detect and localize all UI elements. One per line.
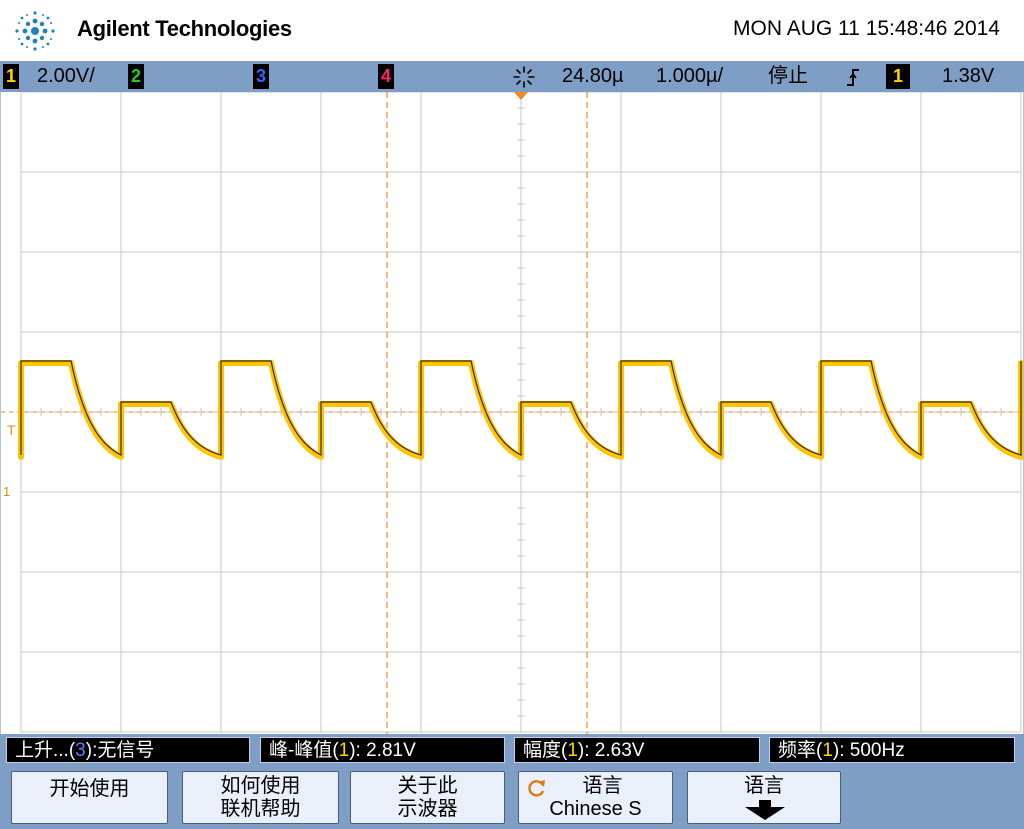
trigger-source[interactable]: 1 [886,64,910,89]
waveform-display[interactable]: T 1 [0,92,1024,734]
channel-4-indicator[interactable]: 4 [378,64,394,89]
measurement-amplitude[interactable]: 幅度(1): 2.63V [514,737,760,763]
measurement-rise-time[interactable]: 上升...(3):无信号 [6,737,250,763]
run-state: 停止 [768,65,808,87]
graticule [1,92,1023,734]
channel-1-scale: 2.00V/ [37,65,95,87]
rising-edge-icon [847,69,859,86]
time-delay: 24.80µ [562,65,624,87]
date-time: MON AUG 11 15:48:46 2014 [733,17,1000,40]
time-scale: 1.000µ/ [656,65,724,87]
channel-1-ground-marker[interactable]: 1 [3,484,10,499]
trigger-level-marker[interactable]: T [7,422,16,438]
brand-name: Agilent Technologies [77,16,292,41]
agilent-spark-logo-icon [15,11,55,51]
trigger-position-marker[interactable] [514,92,528,100]
channel-2-indicator[interactable]: 2 [128,64,144,89]
softkey-online-help[interactable]: 如何使用 联机帮助 [182,771,339,824]
rotate-knob-icon [528,780,545,797]
acquisition-icon [513,66,535,88]
header: Agilent Technologies MON AUG 11 15:48:46… [0,0,1024,61]
softkey-about-oscilloscope[interactable]: 关于此 示波器 [350,771,505,824]
down-arrow-icon [745,800,785,820]
channel-1-indicator[interactable]: 1 [3,64,19,89]
measurement-frequency[interactable]: 频率(1): 500Hz [769,737,1015,763]
softkey-getting-started[interactable]: 开始使用 [11,771,168,824]
trigger-level: 1.38V [942,65,995,87]
channel-3-indicator[interactable]: 3 [253,64,269,89]
softkey-language-menu[interactable]: 语言 [687,771,841,824]
measurement-peak-to-peak[interactable]: 峰-峰值(1): 2.81V [260,737,505,763]
status-bar: 1 2.00V/ 2 3 4 24.80µ 1.000µ/ 停止 1 1.38V [0,61,1024,92]
measurement-bar: 上升...(3):无信号 峰-峰值(1): 2.81V 幅度(1): 2.63V… [0,734,1024,768]
softkey-bar: 开始使用 如何使用 联机帮助 关于此 示波器 语言 Chinese S 语言 [0,768,1024,829]
softkey-language-select[interactable]: 语言 Chinese S [518,771,673,824]
